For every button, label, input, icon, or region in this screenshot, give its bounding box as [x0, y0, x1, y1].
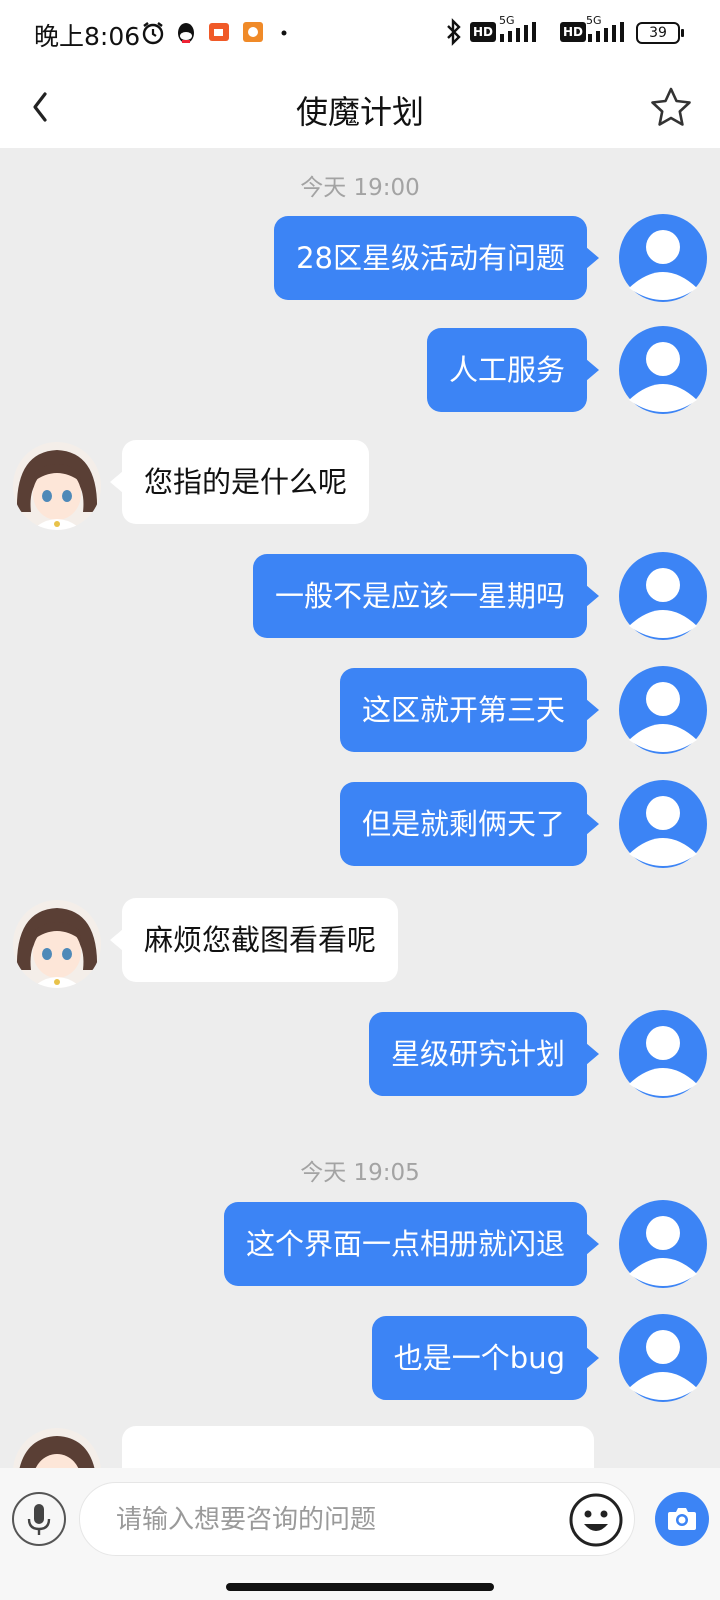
sent-message-bubble[interactable]: 28区星级活动有问题 — [274, 216, 599, 300]
microphone-icon — [27, 1504, 51, 1535]
signal-icon — [588, 22, 624, 42]
message-input[interactable] — [114, 1499, 538, 1541]
sent-message-bubble[interactable]: 人工服务 — [426, 328, 600, 412]
sent-message-bubble[interactable]: 星级研究计划 — [368, 1012, 600, 1096]
user-avatar[interactable] — [619, 1314, 707, 1402]
more-notifications-dot — [281, 30, 287, 36]
chat-header: 使魔计划 — [0, 66, 720, 148]
bluetooth-icon — [447, 18, 461, 46]
user-avatar[interactable] — [619, 552, 707, 640]
voice-button[interactable] — [12, 1492, 66, 1546]
received-message-bubble[interactable]: 您指的是什么呢 — [109, 440, 370, 524]
camera-icon — [668, 1508, 696, 1530]
message-row: 这个界面一点相册就闪退 — [0, 1200, 720, 1292]
user-avatar[interactable] — [619, 1200, 707, 1288]
sent-message-bubble[interactable]: 一般不是应该一星期吗 — [252, 554, 600, 638]
user-avatar[interactable] — [619, 1010, 707, 1098]
video-app-icon — [209, 23, 229, 41]
chat-timestamp: 今天 19:00 — [300, 175, 420, 201]
message-input-container[interactable] — [79, 1482, 635, 1556]
agent-avatar[interactable] — [13, 900, 101, 988]
battery-level: 39 — [649, 25, 667, 41]
user-avatar[interactable] — [619, 666, 707, 754]
battery-indicator: 39 — [636, 22, 680, 44]
chat-area[interactable]: 今天 19:00 28区星级活动有问题 人工服务 您指的是什么呢 一般不是应该一… — [0, 148, 720, 1468]
message-row: 这区就开第三天 — [0, 666, 720, 758]
message-row: 星级研究计划 — [0, 1010, 720, 1102]
sent-message-bubble[interactable]: 也是一个bug — [371, 1316, 600, 1400]
message-row: 但是就剩俩天了 — [0, 780, 720, 872]
battery-tip — [681, 29, 684, 37]
received-message-bubble[interactable]: 麻烦您截图看看呢 — [109, 898, 399, 982]
status-time: 晚上8:06 — [34, 22, 141, 51]
hd-badge: HD — [560, 22, 587, 42]
status-bar: 晚上8:06 HD 5G HD 5G 39 — [0, 0, 720, 66]
page-title: 使魔计划 — [295, 93, 424, 131]
received-message-bubble-partial[interactable] — [122, 1426, 594, 1468]
agent-avatar[interactable] — [13, 442, 101, 530]
user-avatar[interactable] — [619, 326, 707, 414]
message-row: 28区星级活动有问题 — [0, 214, 720, 306]
game-app-icon — [243, 22, 263, 42]
chat-timestamp: 今天 19:05 — [300, 1160, 420, 1186]
home-indicator[interactable] — [226, 1583, 494, 1591]
star-icon[interactable] — [650, 86, 692, 128]
user-avatar[interactable] — [619, 780, 707, 868]
sent-message-bubble[interactable]: 但是就剩俩天了 — [339, 782, 600, 866]
message-row: 一般不是应该一星期吗 — [0, 552, 720, 644]
emoji-icon[interactable] — [568, 1492, 624, 1548]
alarm-icon — [142, 22, 164, 45]
user-avatar[interactable] — [619, 214, 707, 302]
signal-icon — [500, 22, 536, 42]
message-row: 麻烦您截图看看呢 — [0, 898, 720, 988]
camera-button[interactable] — [655, 1492, 709, 1546]
message-row: 人工服务 — [0, 326, 720, 418]
input-bar — [0, 1468, 720, 1600]
sent-message-bubble[interactable]: 这个界面一点相册就闪退 — [223, 1202, 600, 1286]
sent-message-bubble[interactable]: 这区就开第三天 — [339, 668, 600, 752]
qq-icon — [178, 23, 194, 43]
hd-badge: HD — [470, 22, 497, 42]
message-row: 也是一个bug — [0, 1314, 720, 1406]
agent-avatar[interactable] — [13, 1428, 101, 1468]
message-row: 您指的是什么呢 — [0, 440, 720, 530]
